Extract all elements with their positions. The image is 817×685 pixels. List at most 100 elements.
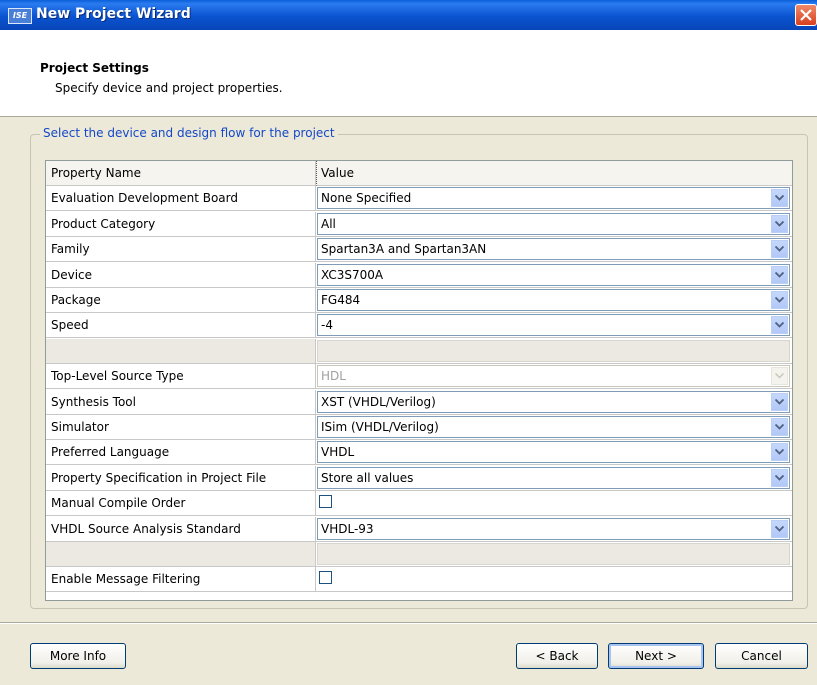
property-value-cell: Store all values [316, 466, 792, 491]
dropdown-selected-value: Store all values [321, 471, 414, 485]
table-row: Synthesis Tool XST (VHDL/Verilog) [46, 390, 792, 415]
chevron-down-icon [775, 195, 784, 201]
table-row: Simulator ISim (VHDL/Verilog) [46, 415, 792, 440]
property-value-dropdown[interactable]: None Specified [317, 187, 790, 209]
dropdown-arrow-button[interactable] [771, 266, 788, 284]
dropdown-selected-value: HDL [321, 369, 346, 383]
empty-value-cell [317, 340, 790, 362]
chevron-down-icon [775, 322, 784, 328]
property-value-dropdown[interactable]: All [317, 213, 790, 235]
property-value-cell: ISim (VHDL/Verilog) [316, 415, 792, 440]
empty-value-cell [317, 543, 790, 565]
more-info-button[interactable]: More Info [30, 643, 126, 669]
chevron-down-icon [775, 424, 784, 430]
property-value-cell: Spartan3A and Spartan3AN [316, 237, 792, 262]
property-name-cell: VHDL Source Analysis Standard [46, 517, 316, 542]
dropdown-selected-value: -4 [321, 318, 333, 332]
dropdown-arrow-button [771, 367, 788, 385]
property-value-cell: None Specified [316, 186, 792, 211]
group-legend: Select the device and design flow for th… [40, 126, 338, 140]
table-row: Manual Compile Order [46, 491, 792, 516]
table-header-row: Property Name Value [46, 161, 792, 186]
property-checkbox[interactable] [319, 571, 332, 584]
chevron-down-icon [775, 297, 784, 303]
wizard-header: Project Settings Specify device and proj… [0, 30, 817, 117]
page-title: Project Settings [40, 61, 149, 75]
dropdown-arrow-button[interactable] [771, 393, 788, 411]
property-value-dropdown[interactable]: XST (VHDL/Verilog) [317, 391, 790, 413]
property-value-dropdown[interactable]: XC3S700A [317, 264, 790, 286]
dropdown-selected-value: ISim (VHDL/Verilog) [321, 420, 439, 434]
next-button[interactable]: Next > [608, 643, 704, 669]
property-value-cell: FG484 [316, 288, 792, 313]
property-value-dropdown[interactable]: ISim (VHDL/Verilog) [317, 416, 790, 438]
property-value-dropdown[interactable]: Spartan3A and Spartan3AN [317, 238, 790, 260]
property-value-dropdown[interactable]: FG484 [317, 289, 790, 311]
property-value-dropdown[interactable]: VHDL [317, 441, 790, 463]
table-row: Property Specification in Project File St… [46, 466, 792, 491]
table-row: Evaluation Development Board None Specifi… [46, 186, 792, 211]
ise-app-icon: ISE [8, 8, 32, 24]
property-name-cell [46, 542, 316, 567]
dropdown-arrow-button[interactable] [771, 215, 788, 233]
dropdown-selected-value: All [321, 217, 336, 231]
property-name-cell: Device [46, 263, 316, 288]
property-value-cell: VHDL [316, 440, 792, 465]
dropdown-arrow-button[interactable] [771, 443, 788, 461]
dropdown-arrow-button[interactable] [771, 316, 788, 334]
property-value-dropdown[interactable]: Store all values [317, 467, 790, 489]
property-value-dropdown[interactable]: -4 [317, 314, 790, 336]
dropdown-arrow-button[interactable] [771, 469, 788, 487]
chevron-down-icon [775, 399, 784, 405]
column-header-property-name[interactable]: Property Name [46, 161, 316, 186]
property-name-cell [46, 339, 316, 364]
dropdown-arrow-button[interactable] [771, 520, 788, 538]
back-button[interactable]: < Back [516, 643, 598, 669]
property-name-cell: Synthesis Tool [46, 390, 316, 415]
property-value-cell: -4 [316, 313, 792, 338]
dropdown-arrow-button[interactable] [771, 189, 788, 207]
property-name-cell: Evaluation Development Board [46, 186, 316, 211]
property-value-cell [316, 542, 792, 567]
property-value-cell: VHDL-93 [316, 517, 792, 542]
dropdown-arrow-button[interactable] [771, 418, 788, 436]
chevron-down-icon [775, 272, 784, 278]
table-row [46, 339, 792, 364]
window-title: New Project Wizard [36, 6, 191, 22]
property-value-cell: All [316, 212, 792, 237]
table-row: Top-Level Source Type HDL [46, 364, 792, 389]
property-name-cell: Product Category [46, 212, 316, 237]
property-name-cell: Property Specification in Project File [46, 466, 316, 491]
property-value-cell [316, 491, 792, 516]
property-value-dropdown[interactable]: VHDL-93 [317, 518, 790, 540]
page-subtitle: Specify device and project properties. [55, 81, 283, 95]
table-row: Product Category All [46, 212, 792, 237]
property-name-cell: Package [46, 288, 316, 313]
chevron-down-icon [775, 526, 784, 532]
property-value-cell: XC3S700A [316, 263, 792, 288]
close-icon [800, 9, 812, 21]
property-value-cell: HDL [316, 364, 792, 389]
title-bar[interactable]: ISE New Project Wizard [0, 0, 817, 30]
dropdown-selected-value: VHDL [321, 445, 355, 459]
chevron-down-icon [775, 246, 784, 252]
cancel-button[interactable]: Cancel [715, 643, 808, 669]
property-value-cell: XST (VHDL/Verilog) [316, 390, 792, 415]
table-row: Speed -4 [46, 313, 792, 338]
dropdown-selected-value: VHDL-93 [321, 522, 374, 536]
dropdown-arrow-button[interactable] [771, 240, 788, 258]
column-header-value[interactable]: Value [316, 161, 792, 186]
table-row: Package FG484 [46, 288, 792, 313]
dropdown-selected-value: FG484 [321, 293, 361, 307]
property-name-cell: Speed [46, 313, 316, 338]
property-checkbox[interactable] [319, 495, 332, 508]
property-value-cell [316, 567, 792, 592]
property-name-cell: Family [46, 237, 316, 262]
chevron-down-icon [775, 373, 784, 379]
dropdown-selected-value: XST (VHDL/Verilog) [321, 395, 436, 409]
property-value-dropdown: HDL [317, 365, 790, 387]
close-button[interactable] [795, 4, 817, 26]
dropdown-arrow-button[interactable] [771, 291, 788, 309]
chevron-down-icon [775, 475, 784, 481]
table-row: VHDL Source Analysis Standard VHDL-93 [46, 517, 792, 542]
